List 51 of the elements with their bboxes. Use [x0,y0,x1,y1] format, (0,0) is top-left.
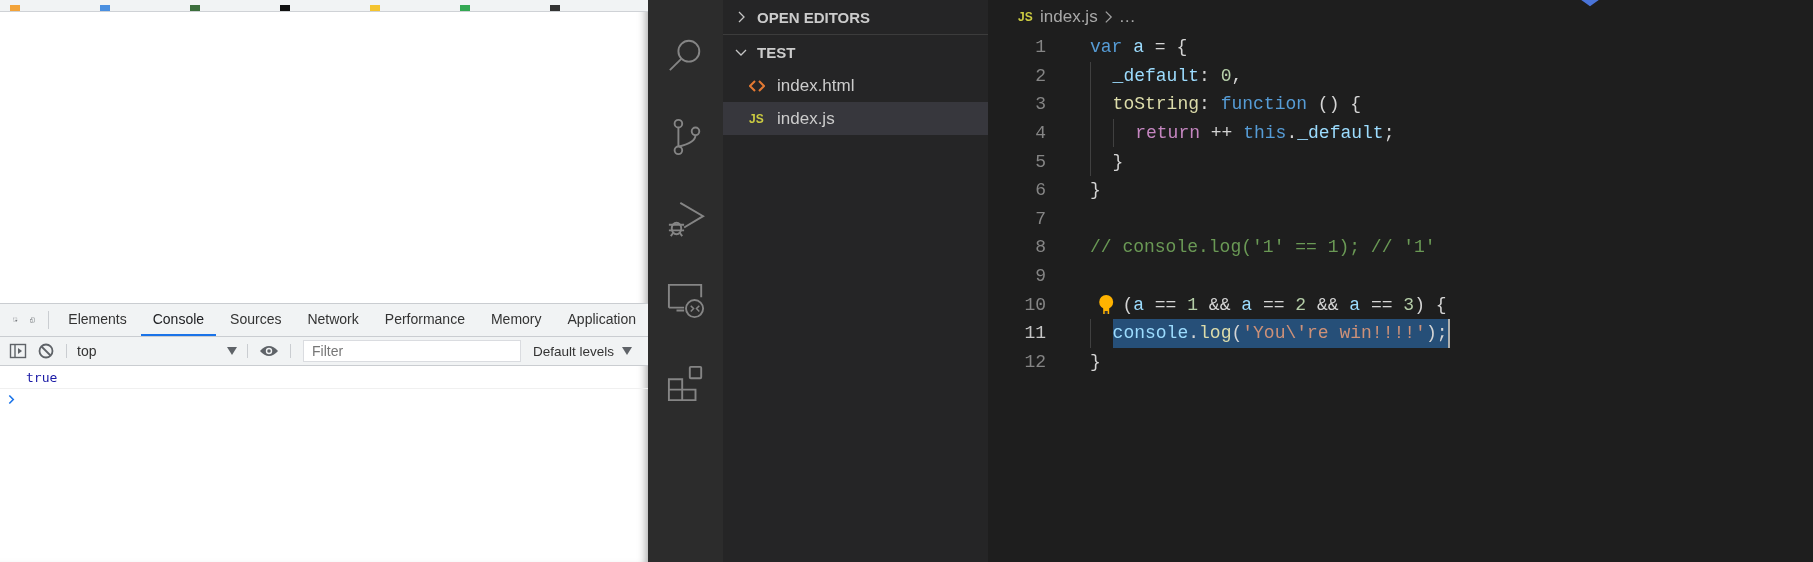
clear-icon[interactable] [37,342,55,360]
chevron-icon [1103,9,1113,24]
extensions-icon[interactable] [666,364,705,402]
devtools-tab[interactable]: Sources [218,304,294,336]
file-item[interactable]: index.html [723,69,988,102]
line-number: 8 [1034,237,1046,258]
js-file-icon: JS [1018,9,1034,24]
file-item[interactable]: JS index.js [723,102,988,135]
caret-icon [622,347,633,355]
run-debug-icon[interactable] [666,200,705,238]
line-number: 1 [1034,37,1046,58]
filter-field[interactable]: Filter [303,340,521,362]
text-cursor [1447,318,1450,348]
line-number: 3 [1034,94,1046,115]
breadcrumb-item[interactable]: index.js [1040,6,1098,27]
console-output: true [26,369,58,385]
caret-icon [227,347,237,355]
code-line: toString: function () { [1112,93,1362,117]
devtools-tab[interactable]: Elements [56,304,139,336]
devtools-tab[interactable]: Application [555,304,648,336]
diamond-icon [1580,0,1600,7]
line-number: 10 [1023,294,1046,315]
line-number: 2 [1034,65,1046,86]
line-number: 4 [1034,123,1046,144]
levels-dropdown[interactable]: Default levels [527,337,639,365]
code-line: _default: 0, [1112,64,1243,88]
code-line: } [1090,350,1101,374]
line-number: 12 [1023,351,1046,372]
breadcrumb-item[interactable]: … [1118,6,1136,27]
explorer-section-header[interactable]: TEST [723,35,988,69]
js-file-icon: JS [749,111,765,126]
line-number: 6 [1034,180,1046,201]
eye-icon[interactable] [259,344,279,358]
line-number: 11 [1023,323,1046,344]
devtools-tab[interactable]: Memory [478,304,554,336]
line-number: 9 [1034,266,1046,287]
context-select[interactable]: top [73,337,241,365]
html-file-icon [749,79,765,92]
code-line: } [1112,150,1124,174]
code-line: var a = { [1090,36,1188,60]
prompt-icon[interactable] [8,393,15,405]
sidebar-toggle-icon[interactable] [9,342,27,360]
remote-explorer-icon[interactable] [666,282,705,320]
devtools-tab[interactable]: Performance [372,304,477,336]
devtools-tab[interactable]: Network [295,304,371,336]
code-line: } [1090,179,1101,203]
line-number: 7 [1034,208,1046,229]
code-line: (a == 1 && a == 2 && a == 3) { [1122,293,1447,317]
code-line: return ++ this._default; [1135,122,1395,146]
line-number: 5 [1034,151,1046,172]
code-line: // console.log('1' == 1); // '1' [1090,236,1436,260]
